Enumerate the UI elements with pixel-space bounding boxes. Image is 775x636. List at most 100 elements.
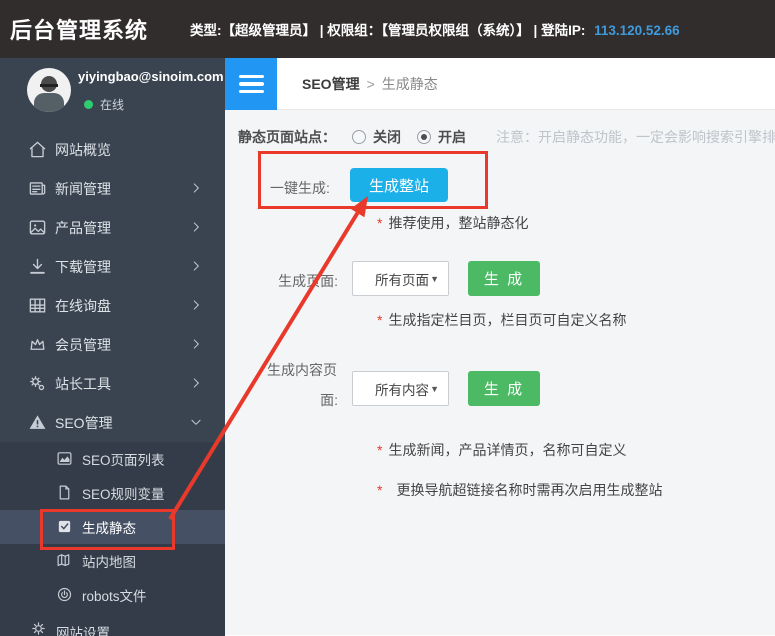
sidebar-item-label: SEO规则变量 [82, 487, 165, 502]
sidebar-item-label: robots文件 [82, 589, 147, 604]
sidebar-item-news[interactable]: 新闻管理 [0, 169, 225, 208]
sidebar-toggle-button[interactable] [225, 58, 277, 110]
sidebar-item-inquiries[interactable]: 在线询盘 [0, 286, 225, 325]
online-status: 在线 [84, 96, 124, 113]
breadcrumb-separator: > [366, 76, 375, 92]
online-label: 在线 [100, 98, 125, 112]
sidebar-item-label: 站长工具 [55, 375, 111, 392]
generate-content-button[interactable]: 生 成 [468, 371, 540, 406]
chevron-right-icon [193, 183, 199, 193]
breadcrumb: SEO管理 > 生成静态 [302, 58, 438, 110]
select-caret-icon: ▼ [430, 273, 439, 284]
hamburger-icon [238, 74, 264, 79]
radio-on[interactable] [417, 130, 431, 144]
sidebar-item-label: 会员管理 [55, 336, 111, 353]
area-chart-icon [57, 452, 72, 465]
chevron-down-icon [191, 419, 201, 425]
sidebar-item-webmaster-tools[interactable]: 站长工具 [0, 364, 225, 403]
sidebar-item-label: 网站设置 [56, 626, 110, 636]
login-ip: 113.120.52.66 [594, 23, 680, 38]
sidebar-item-members[interactable]: 会员管理 [0, 325, 225, 364]
online-dot-icon [84, 100, 93, 109]
sidebar-item-label: 站内地图 [82, 555, 136, 570]
sidebar-item-label: 在线询盘 [55, 297, 111, 314]
chevron-right-icon [193, 300, 199, 310]
note-text: 推荐使用，整站静态化 [388, 215, 529, 231]
breadcrumb-section[interactable]: SEO管理 [302, 74, 360, 94]
static-site-notice: 注意：开启静态功能，一定会影响搜索引擎排名，建 [496, 129, 775, 145]
avatar-glasses [40, 84, 58, 87]
required-star: * [377, 215, 383, 231]
robots-circle-icon [57, 587, 72, 602]
required-star: * [377, 312, 383, 328]
check-square-icon [58, 520, 71, 533]
sidebar-item-downloads[interactable]: 下载管理 [0, 247, 225, 286]
chevron-right-icon [193, 339, 199, 349]
radio-on-label[interactable]: 开启 [438, 127, 466, 147]
radio-off-label[interactable]: 关闭 [373, 127, 401, 147]
admin-app: 后台管理系统 类型:【超级管理员】 | 权限组：【管理员权限组（系统）】 | 登… [0, 0, 775, 636]
sidebar-item-seo-rule-vars[interactable]: SEO规则变量 [0, 476, 225, 510]
app-title: 后台管理系统 [10, 18, 149, 43]
gears-icon [30, 376, 45, 391]
sidebar-item-label: 网站概览 [55, 141, 111, 158]
generate-whole-site-button[interactable]: 生成整站 [350, 168, 448, 202]
gen-page-note: * 生成指定栏目页，栏目页可自定义名称 [377, 310, 626, 330]
sidebar-item-label: SEO管理 [55, 414, 113, 431]
sidebar: yiyingbao@sinoim.com 在线 网站概览 新闻管理 产品管理 下… [0, 58, 225, 636]
avatar[interactable] [27, 68, 71, 112]
gen-content-label-line1: 生成内容页 [267, 362, 337, 378]
app-header: 后台管理系统 类型:【超级管理员】 | 权限组：【管理员权限组（系统）】 | 登… [0, 0, 775, 58]
note-text: 更换导航超链接名称时需再次启用生成整站 [396, 482, 663, 498]
main-area: SEO管理 > 生成静态 静态页面站点： 关闭 开启 注意：开启静态功能，一定会… [225, 58, 775, 636]
chevron-right-icon [193, 378, 199, 388]
select-caret-icon: ▼ [430, 383, 439, 394]
generate-pages-button[interactable]: 生 成 [468, 261, 540, 296]
content-topbar: SEO管理 > 生成静态 [225, 58, 775, 110]
page-select[interactable]: 所有页面 ▼ [352, 261, 449, 296]
file-icon [59, 485, 70, 500]
news-icon [29, 182, 46, 195]
one-click-label: 一键生成: [270, 180, 330, 196]
static-site-label: 静态页面站点： [238, 129, 336, 145]
one-click-note: * 推荐使用，整站静态化 [377, 213, 528, 233]
hamburger-icon-bar [238, 89, 264, 94]
required-star: * [377, 442, 383, 458]
map-icon [57, 554, 70, 567]
download-icon [30, 258, 45, 274]
session-meta-text: 类型:【超级管理员】 | 权限组：【管理员权限组（系统）】 | 登陆IP: [190, 23, 586, 38]
gear-icon [32, 622, 45, 635]
sidebar-item-site-settings[interactable]: 网站设置 [0, 612, 225, 636]
extra-note: * 更换导航超链接名称时需再次启用生成整站 [377, 480, 662, 500]
sidebar-item-label: 生成静态 [82, 521, 136, 536]
gen-content-note: * 生成新闻，产品详情页，名称可自定义 [377, 440, 626, 460]
sidebar-item-generate-static[interactable]: 生成静态 [0, 510, 225, 544]
home-icon [29, 141, 46, 158]
required-star: * [377, 482, 383, 498]
warning-triangle-icon [29, 415, 46, 429]
avatar-silhouette [34, 93, 64, 112]
radio-off[interactable] [352, 130, 366, 144]
hamburger-icon-bar [238, 82, 264, 86]
sidebar-item-label: SEO页面列表 [82, 453, 165, 468]
product-image-icon [29, 220, 46, 235]
gen-page-label: 生成页面: [278, 273, 338, 289]
sidebar-item-site-overview[interactable]: 网站概览 [0, 130, 225, 169]
sidebar-item-label: 产品管理 [55, 219, 111, 236]
sidebar-item-label: 新闻管理 [55, 180, 111, 197]
sidebar-item-robots-file[interactable]: robots文件 [0, 578, 225, 612]
chevron-right-icon [193, 261, 199, 271]
sidebar-item-seo-page-list[interactable]: SEO页面列表 [0, 442, 225, 476]
sidebar-menu: 网站概览 新闻管理 产品管理 下载管理 在线询盘 会员管理 站长工具 SEO管理 [0, 130, 225, 442]
sidebar-item-site-map[interactable]: 站内地图 [0, 544, 225, 578]
sidebar-item-products[interactable]: 产品管理 [0, 208, 225, 247]
grid-table-icon [29, 298, 46, 313]
gen-content-label-line2: 面: [320, 392, 338, 408]
note-text: 生成指定栏目页，栏目页可自定义名称 [388, 312, 627, 328]
generate-static-panel: 静态页面站点： 关闭 开启 注意：开启静态功能，一定会影响搜索引擎排名，建 一键… [225, 110, 775, 635]
content-select-value: 所有内容 [375, 382, 429, 398]
note-text: 生成新闻，产品详情页，名称可自定义 [388, 442, 627, 458]
content-select[interactable]: 所有内容 ▼ [352, 371, 449, 406]
session-meta: 类型:【超级管理员】 | 权限组：【管理员权限组（系统）】 | 登陆IP: 11… [190, 19, 680, 39]
sidebar-item-seo[interactable]: SEO管理 [0, 403, 225, 442]
